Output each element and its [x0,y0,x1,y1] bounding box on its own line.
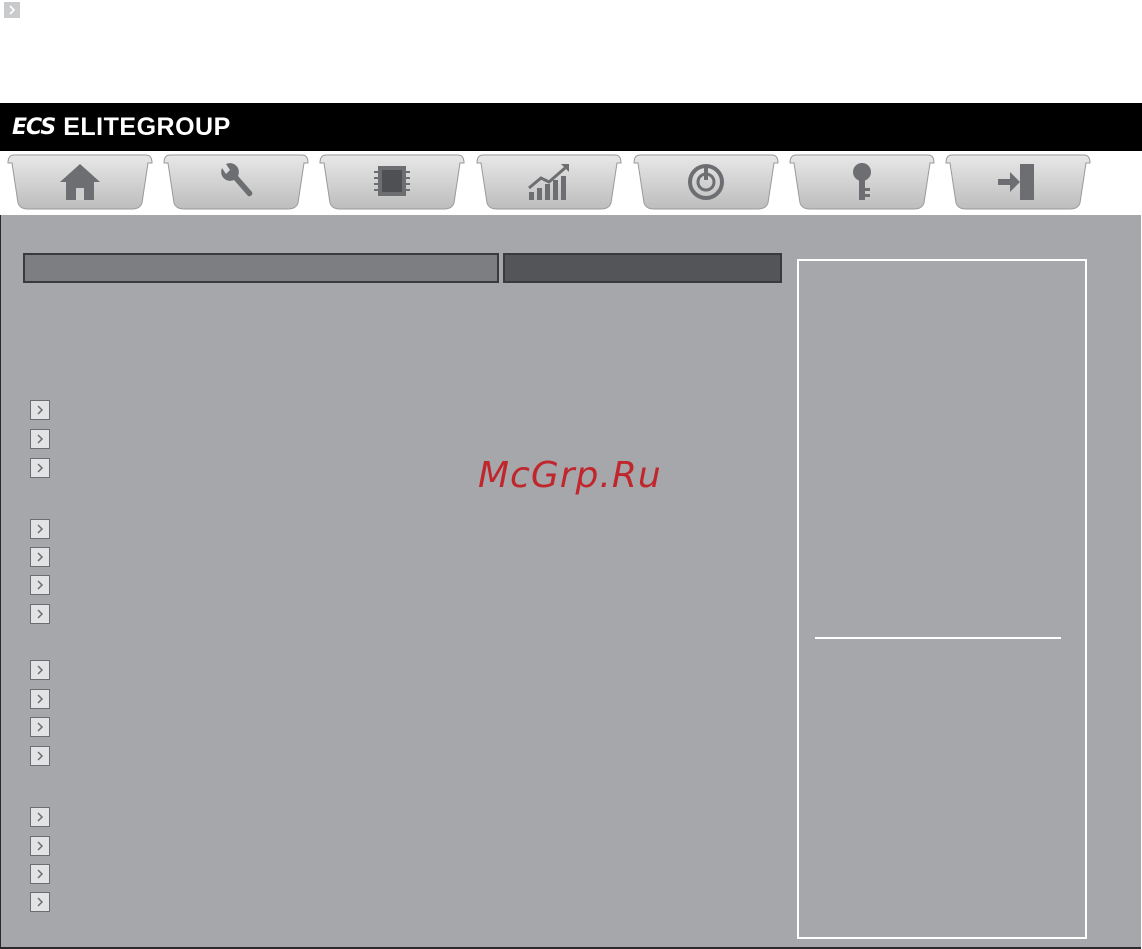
submenu-arrow-icon[interactable] [30,604,50,624]
logo-mark: ECS [12,114,56,140]
power-icon [688,164,724,200]
help-divider [815,637,1061,639]
submenu-arrow-icon[interactable] [30,864,50,884]
tab-main[interactable] [6,151,154,215]
submenu-arrow-icon[interactable] [30,400,50,420]
submenu-arrow-icon[interactable] [30,689,50,709]
submenu-arrow-icon[interactable] [30,519,50,539]
home-icon [60,164,100,200]
submenu-arrow-icon[interactable] [30,458,50,478]
tab-security[interactable] [788,151,936,215]
expand-arrow-icon[interactable] [4,2,20,18]
submenu-arrow-icon[interactable] [30,807,50,827]
watermark: McGrp.Ru [478,455,662,496]
submenu-arrow-icon[interactable] [30,429,50,449]
tab-performance[interactable] [475,151,623,215]
submenu-arrow-icon[interactable] [30,746,50,766]
tab-exit[interactable] [944,151,1092,215]
tab-bar [0,151,1142,215]
brand-name: ELITEGROUP [63,112,231,141]
main-panel [0,215,1141,949]
chip-icon [374,166,410,196]
help-panel [797,259,1087,939]
tab-chipset[interactable] [318,151,466,215]
chart-up-icon [528,164,569,200]
submenu-arrow-icon[interactable] [30,836,50,856]
tab-power[interactable] [632,151,780,215]
submenu-arrow-icon[interactable] [30,660,50,680]
settings-column-header [23,253,499,283]
submenu-arrow-icon[interactable] [30,892,50,912]
value-column-header [503,253,782,283]
exit-icon [998,164,1034,200]
header-bar: ECS ELITEGROUP [0,103,1142,151]
submenu-arrow-icon[interactable] [30,717,50,737]
submenu-arrow-icon[interactable] [30,575,50,595]
tab-advanced[interactable] [162,151,310,215]
key-icon [853,163,871,200]
submenu-arrow-icon[interactable] [30,547,50,567]
wrench-icon [221,163,253,197]
ecs-logo: ECS ELITEGROUP [12,109,231,145]
